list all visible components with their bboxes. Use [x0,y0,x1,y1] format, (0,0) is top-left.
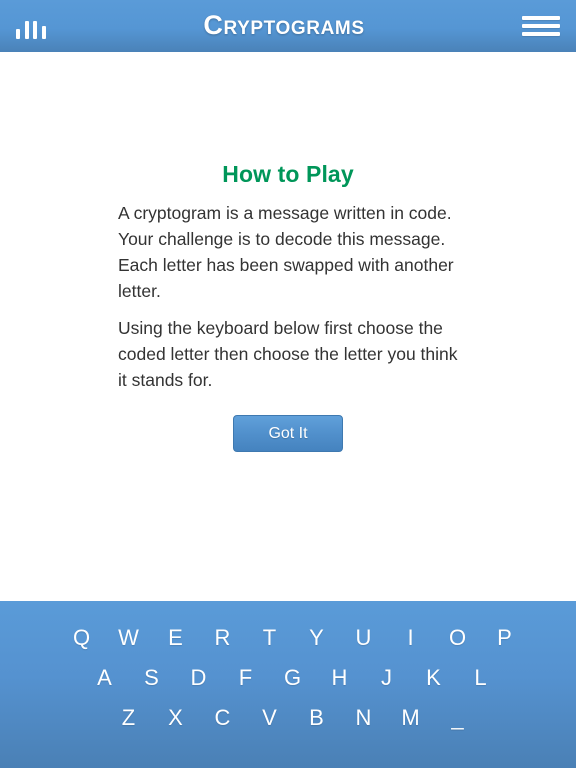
keyboard-key-q[interactable]: Q [58,618,105,658]
menu-line-3 [522,32,560,36]
app-header: Cryptograms [0,0,576,52]
page-title: How to Play [222,161,354,187]
keyboard-key-w[interactable]: W [105,618,152,658]
bar-chart-bar-1 [16,29,20,39]
keyboard-key-blank[interactable]: _ [434,698,481,738]
keyboard-key-c[interactable]: C [199,698,246,738]
bar-chart-icon[interactable] [16,13,46,39]
keyboard-key-e[interactable]: E [152,618,199,658]
keyboard-key-k[interactable]: K [410,658,457,698]
keyboard-key-r[interactable]: R [199,618,246,658]
app-title: Cryptograms [203,9,365,40]
keyboard-row-1: QWERTYUIOP [0,618,576,658]
keyboard-key-i[interactable]: I [387,618,434,658]
onscreen-keyboard: QWERTYUIOP ASDFGHJKL Z X C V B N M _ [0,601,576,768]
keyboard-key-j[interactable]: J [363,658,410,698]
keyboard-key-y[interactable]: Y [293,618,340,658]
keyboard-key-t[interactable]: T [246,618,293,658]
hamburger-menu-icon[interactable] [522,13,560,39]
bar-chart-bar-2 [24,21,29,39]
keyboard-key-p[interactable]: P [481,618,528,658]
main-content: How to Play A cryptogram is a message wr… [0,52,576,601]
keyboard-key-n[interactable]: N [340,698,387,738]
bar-chart-bar-3 [33,21,38,39]
keyboard-key-u[interactable]: U [340,618,387,658]
keyboard-key-l[interactable]: L [457,658,504,698]
keyboard-key-d[interactable]: D [175,658,222,698]
menu-line-1 [522,16,560,20]
keyboard-key-s[interactable]: S [128,658,175,698]
keyboard-key-b[interactable]: B [293,698,340,738]
instructions-paragraph-2: Using the keyboard below first choose th… [118,318,458,390]
keyboard-key-o[interactable]: O [434,618,481,658]
keyboard-key-a[interactable]: A [81,658,128,698]
keyboard-key-z[interactable]: Z [105,698,152,738]
keyboard-key-x[interactable]: X [152,698,199,738]
keyboard-key-v[interactable]: V [246,698,293,738]
keyboard-key-m[interactable]: M [387,698,434,738]
menu-line-2 [522,24,560,28]
keyboard-key-g[interactable]: G [269,658,316,698]
keyboard-row-3: Z X C V B N M _ [0,698,576,738]
keyboard-key-h[interactable]: H [316,658,363,698]
instructions-paragraph-1: A cryptogram is a message written in cod… [118,203,454,301]
keyboard-key-f[interactable]: F [222,658,269,698]
keyboard-row-2: ASDFGHJKL [0,658,576,698]
got-it-button[interactable]: Got It [233,415,343,452]
